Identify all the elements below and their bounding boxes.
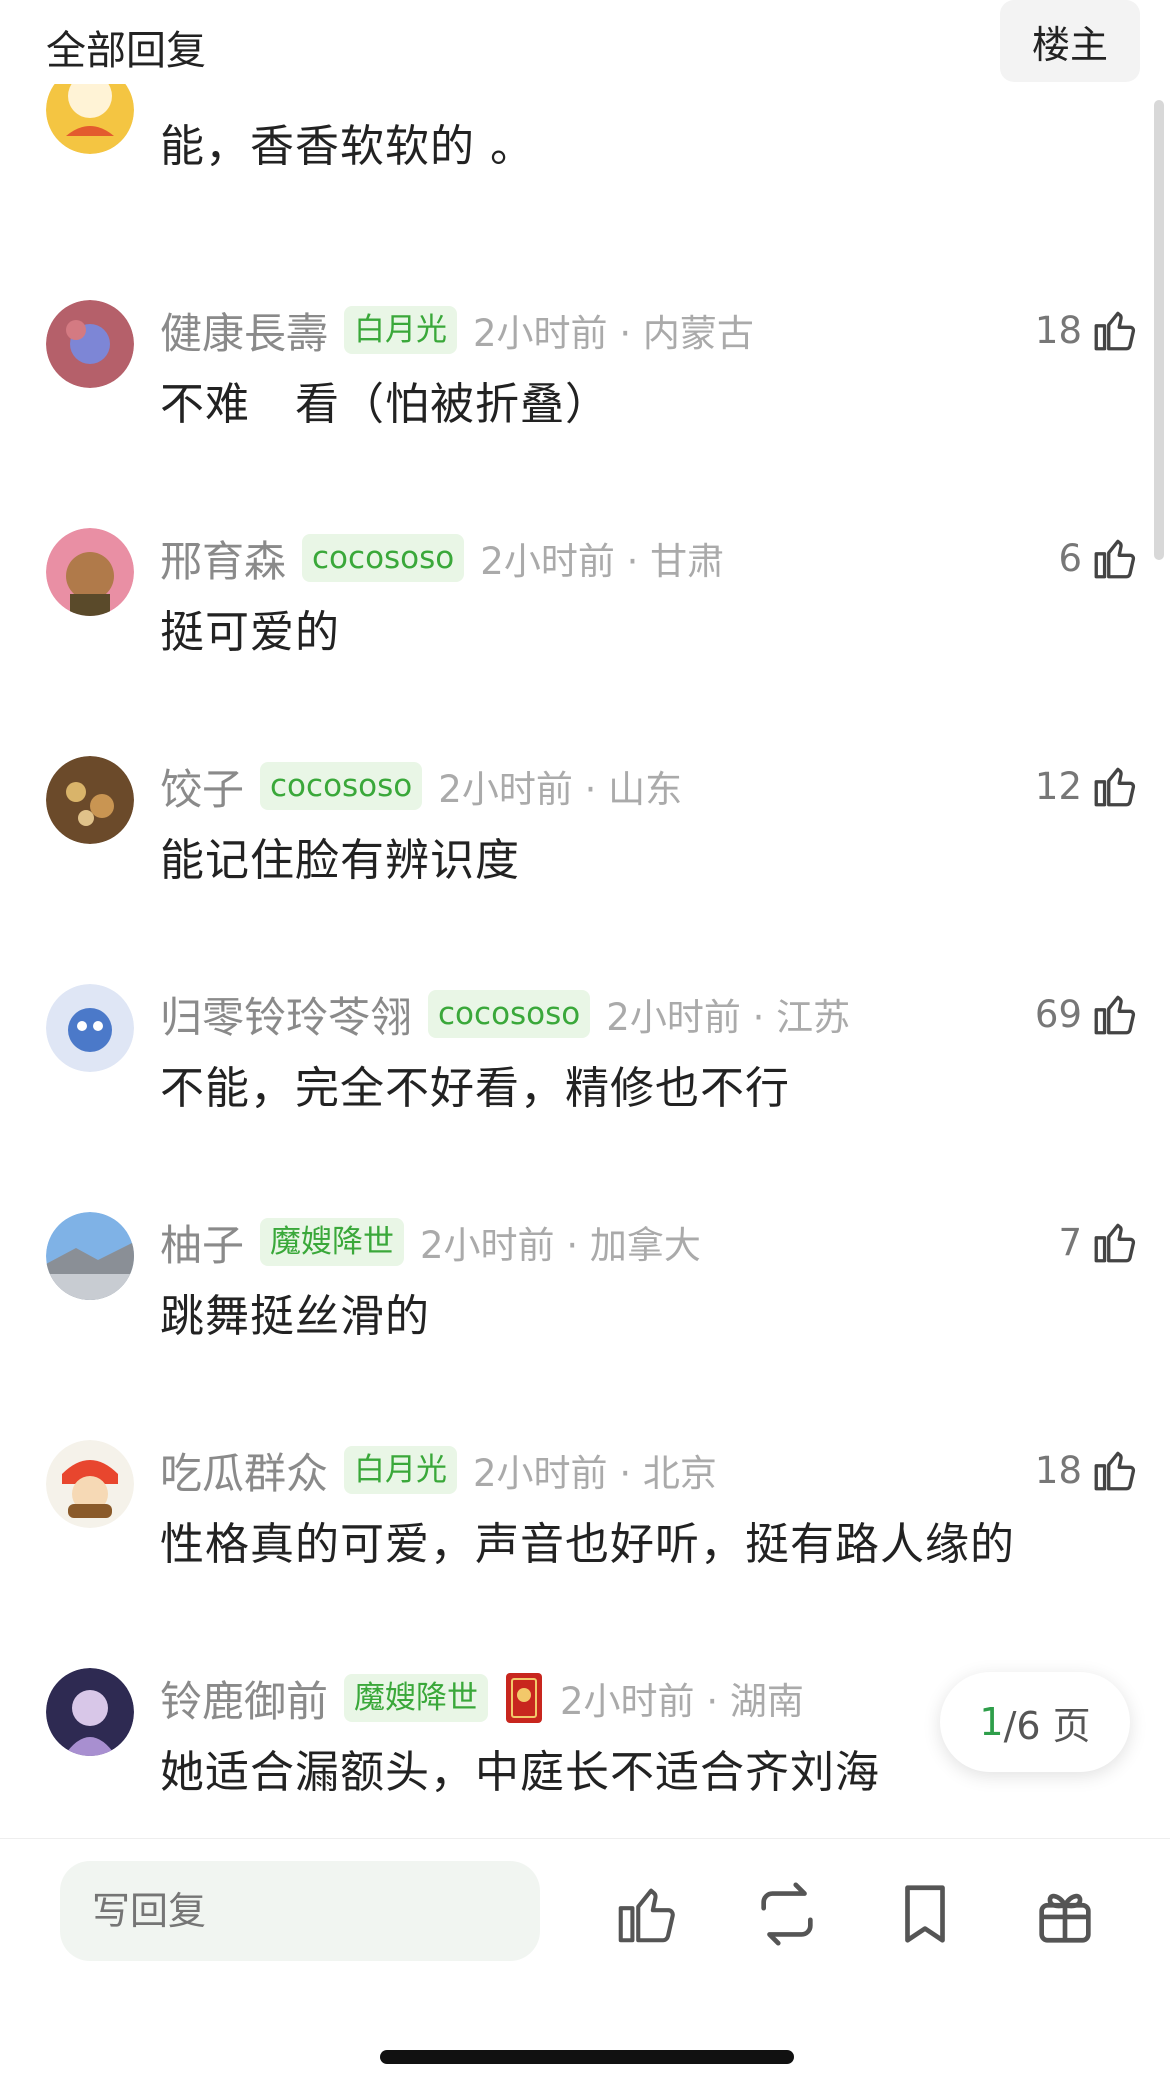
home-indicator[interactable] — [380, 2050, 794, 2064]
avatar[interactable] — [46, 756, 134, 844]
comment-item[interactable]: 归零铃玲苓翎 cocososo 2小时前 · 江苏 69 不能，完全不好看，精修… — [0, 984, 1170, 1212]
avatar[interactable] — [46, 1440, 134, 1528]
fan-badge[interactable]: cocososo — [260, 762, 423, 810]
time-location: 2小时前 · 山东 — [438, 768, 683, 811]
fan-badge[interactable]: 魔嫂降世 — [260, 1218, 405, 1266]
like-count: 69 — [1034, 992, 1082, 1036]
username[interactable]: 邢育森 — [160, 528, 286, 589]
like-button[interactable]: 18 — [1035, 1440, 1140, 1500]
like-count: 12 — [1034, 764, 1082, 808]
fan-badge[interactable]: 白月光 — [344, 306, 458, 354]
replies-header: 全部回复 楼主 — [0, 0, 1170, 84]
time-location: 2小时前 · 加拿大 — [420, 1224, 701, 1267]
like-button[interactable]: 12 — [1035, 756, 1140, 816]
comment-item[interactable]: 饺子 cocososo 2小时前 · 山东 12 能记住脸有辨识度 — [0, 756, 1170, 984]
like-button[interactable]: 18 — [1035, 300, 1140, 360]
time-location: 2小时前 · 江苏 — [606, 996, 851, 1039]
comment-meta-row: 饺子 cocososo 2小时前 · 山东 — [160, 758, 1170, 814]
fan-badge[interactable]: 魔嫂降世 — [344, 1674, 489, 1722]
thumbs-up-icon[interactable] — [1090, 761, 1140, 811]
avatar[interactable] — [46, 984, 134, 1072]
comment-text: 她适合漏额头，中庭长不适合齐刘海 — [160, 1747, 880, 1798]
username[interactable]: 健康長壽 — [160, 300, 328, 361]
like-button[interactable]: 69 — [1035, 984, 1140, 1044]
page-title: 全部回复 — [46, 28, 206, 74]
comment-text: 跳舞挺丝滑的 — [160, 1291, 430, 1342]
comment-meta-row: 柚子 魔嫂降世 2小时前 · 加拿大 — [160, 1214, 1170, 1270]
comment-item[interactable]: 邢育森 cocososo 2小时前 · 甘肃 6 挺可爱的 — [0, 528, 1170, 756]
comment-item[interactable]: 健康長壽 白月光 2小时前 · 内蒙古 18 不难 看（怕被折叠） — [0, 300, 1170, 528]
scrollbar[interactable] — [1154, 100, 1164, 560]
avatar[interactable] — [46, 300, 134, 388]
repost-icon[interactable] — [752, 1879, 822, 1949]
username[interactable]: 柚子 — [160, 1212, 244, 1273]
comment-text: 能记住脸有辨识度 — [160, 835, 520, 886]
comment-text: 挺可爱的 — [160, 607, 340, 658]
comment-text: 不能，完全不好看，精修也不行 — [160, 1063, 790, 1114]
avatar[interactable] — [46, 528, 134, 616]
current-page: 1 — [979, 1700, 1004, 1744]
like-count: 18 — [1034, 308, 1082, 352]
username[interactable]: 饺子 — [160, 756, 244, 817]
like-button[interactable]: 6 — [1058, 528, 1140, 588]
like-button[interactable]: 7 — [1058, 1212, 1140, 1272]
op-only-button[interactable]: 楼主 — [1000, 0, 1140, 82]
like-count: 7 — [1058, 1220, 1082, 1264]
like-count: 6 — [1058, 536, 1082, 580]
comment-text: 不难 看（怕被折叠） — [160, 379, 610, 430]
comment-list: 能，香香软软的 。 健康長壽 白月光 2小时前 · 内蒙古 18 不难 看（怕被… — [0, 0, 1170, 1840]
time-location: 2小时前 · 内蒙古 — [473, 312, 754, 355]
time-location: 2小时前 · 北京 — [473, 1452, 717, 1495]
total-pages: /6 页 — [1003, 1703, 1091, 1748]
like-count: 18 — [1034, 1448, 1082, 1492]
page-indicator[interactable]: 1 /6 页 — [940, 1672, 1130, 1772]
bookmark-icon[interactable] — [890, 1879, 960, 1949]
comment-item[interactable]: 柚子 魔嫂降世 2小时前 · 加拿大 7 跳舞挺丝滑的 — [0, 1212, 1170, 1440]
comment-text: 能，香香软软的 。 — [160, 121, 535, 172]
comment-text: 性格真的可爱，声音也好听，挺有路人缘的 — [160, 1519, 1015, 1570]
gift-icon[interactable] — [1030, 1879, 1100, 1949]
thumbs-up-icon[interactable] — [612, 1879, 682, 1949]
thumbs-up-icon[interactable] — [1090, 989, 1140, 1039]
fan-badge[interactable]: cocososo — [302, 534, 465, 582]
reply-input[interactable] — [60, 1861, 540, 1961]
username[interactable]: 铃鹿御前 — [160, 1668, 328, 1729]
medal-icon[interactable] — [504, 1671, 544, 1725]
thumbs-up-icon[interactable] — [1090, 1445, 1140, 1495]
time-location: 2小时前 · 湖南 — [560, 1680, 804, 1723]
comment-meta-row: 健康長壽 白月光 2小时前 · 内蒙古 — [160, 302, 1170, 358]
username[interactable]: 吃瓜群众 — [160, 1440, 328, 1501]
fan-badge[interactable]: 白月光 — [344, 1446, 458, 1494]
comment-meta-row: 吃瓜群众 白月光 2小时前 · 北京 — [160, 1442, 1170, 1498]
comment-meta-row: 归零铃玲苓翎 cocososo 2小时前 · 江苏 — [160, 986, 1170, 1042]
thumbs-up-icon[interactable] — [1090, 1217, 1140, 1267]
comment-item[interactable]: 能，香香软软的 。 — [0, 66, 1170, 306]
comment-item[interactable]: 吃瓜群众 白月光 2小时前 · 北京 18 性格真的可爱，声音也好听，挺有路人缘… — [0, 1440, 1170, 1668]
time-location: 2小时前 · 甘肃 — [480, 540, 725, 583]
fan-badge[interactable]: cocososo — [428, 990, 591, 1038]
thumbs-up-icon[interactable] — [1090, 533, 1140, 583]
comment-meta-row: 邢育森 cocososo 2小时前 · 甘肃 — [160, 530, 1170, 586]
avatar[interactable] — [46, 1212, 134, 1300]
avatar[interactable] — [46, 1668, 134, 1756]
username[interactable]: 归零铃玲苓翎 — [160, 984, 412, 1045]
thumbs-up-icon[interactable] — [1090, 305, 1140, 355]
bottom-action-bar — [0, 1838, 1170, 2082]
